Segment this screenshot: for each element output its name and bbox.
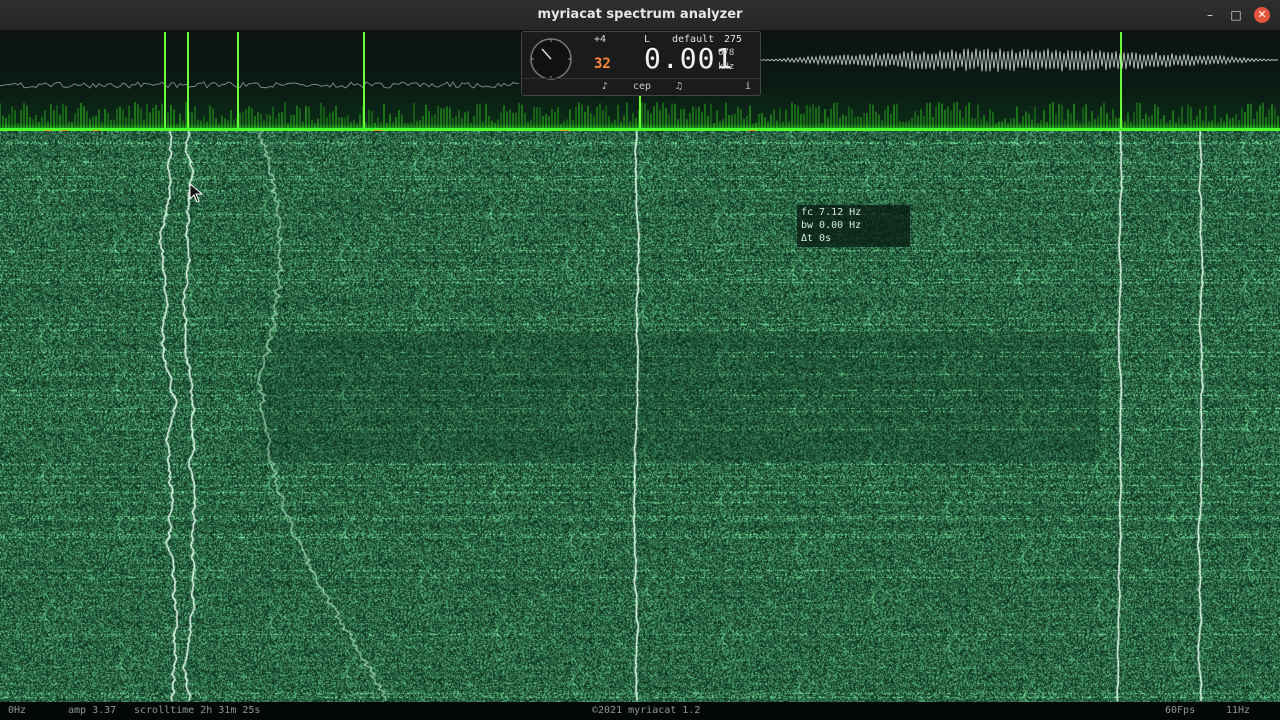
info-button[interactable]: i (742, 80, 754, 93)
note-right-button[interactable]: ♫ (668, 80, 690, 93)
waveform-preview (759, 30, 1280, 90)
control-panel: +4 L default 275 32 0.001 678 kHz ♪ cep … (521, 31, 761, 96)
status-bar: 0Hz amp 3.37 scrolltime 2h 31m 25s ©2021… (0, 702, 1280, 720)
gain-readout: +4 (594, 34, 607, 45)
waveform-line (759, 48, 1279, 72)
waterfall-display[interactable] (0, 131, 1280, 702)
note-left-button[interactable]: ♪ (594, 80, 616, 93)
sub-readout: 678 (718, 48, 735, 58)
cepstrum-button[interactable]: cep (626, 80, 658, 93)
tuning-dial-icon[interactable] (528, 36, 574, 82)
unit-label: kHz (718, 62, 735, 72)
fps-readout: 60Fps (1165, 705, 1196, 716)
low-frequency-label: 0Hz (8, 705, 27, 716)
window-title: myriacat spectrum analyzer (537, 7, 743, 22)
frequency-tooltip: fc 7.12 Hz bw 0.00 Hz Δt 0s (797, 205, 910, 247)
scrolltime-readout: scrolltime 2h 31m 25s (134, 705, 261, 716)
small-led-readout: 32 (594, 56, 611, 72)
copyright-label: ©2021 myriacat 1.2 (592, 705, 701, 716)
tooltip-bandwidth: bw 0.00 Hz (801, 220, 862, 231)
amplitude-readout: amp 3.37 (68, 705, 117, 716)
close-button[interactable]: ✕ (1254, 7, 1270, 23)
mouse-cursor-icon (189, 183, 204, 203)
high-frequency-label: 11Hz (1226, 705, 1251, 716)
maximize-button[interactable]: □ (1228, 7, 1244, 23)
title-bar: myriacat spectrum analyzer – □ ✕ (0, 0, 1280, 31)
tooltip-delta-time: Δt 0s (801, 233, 832, 244)
tooltip-center-frequency: fc 7.12 Hz (801, 207, 862, 218)
panel-divider (522, 78, 760, 79)
minimize-button[interactable]: – (1202, 7, 1218, 23)
